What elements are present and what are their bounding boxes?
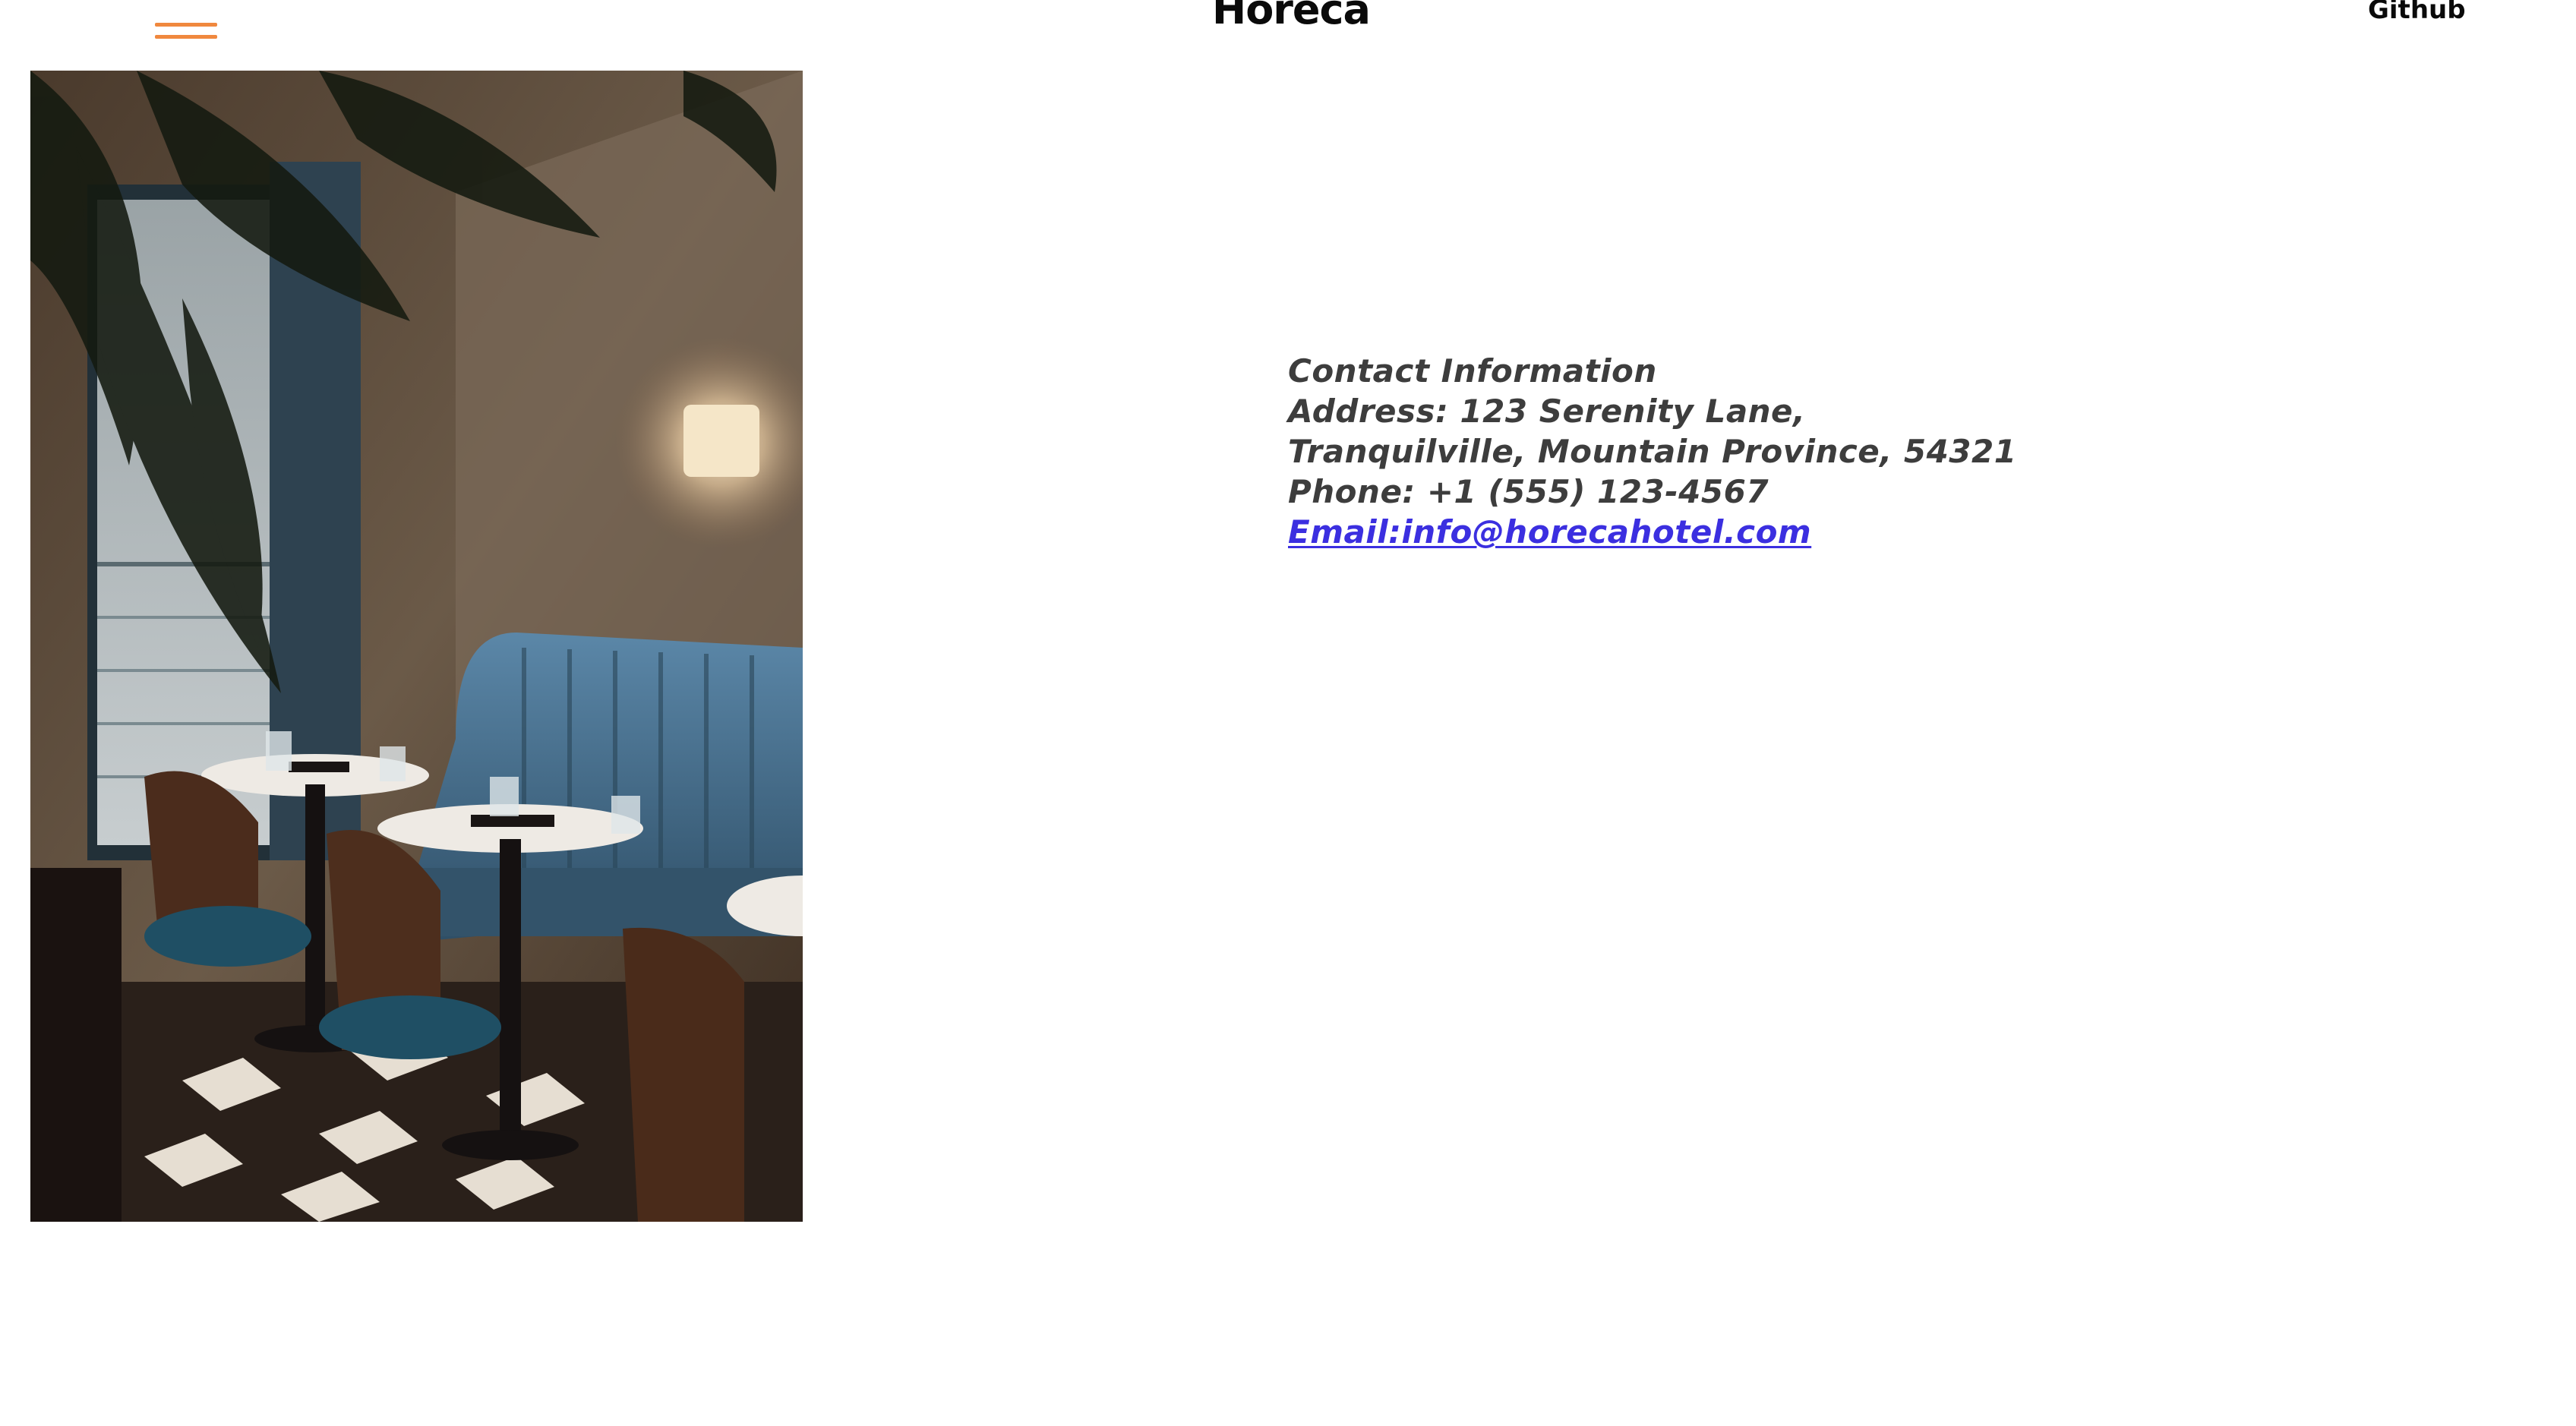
photo-illustration <box>30 71 803 1222</box>
phone-number: Phone: +1 (555) 123-4567 <box>1288 473 1769 510</box>
menu-bar-top <box>155 23 217 27</box>
contact-information: Contact Information Address: 123 Serenit… <box>1288 351 2016 552</box>
address-line-2: Tranquilville, Mountain Province, 54321 <box>1288 433 2017 470</box>
address-line-1: Address: 123 Serenity Lane, <box>1288 393 1806 430</box>
contact-heading: Contact Information <box>1288 352 1657 390</box>
brand-logo[interactable]: Horeca <box>1212 0 1371 30</box>
hamburger-menu-icon[interactable] <box>155 21 217 43</box>
menu-bar-bottom <box>155 35 217 39</box>
github-link[interactable]: Github <box>2368 0 2466 23</box>
restaurant-interior-photo <box>30 71 803 1222</box>
page: Horeca Github Contact Information Addres… <box>0 0 2576 1426</box>
email-link[interactable]: Email:info@horecahotel.com <box>1288 512 2016 552</box>
header: Horeca Github <box>0 0 2576 61</box>
